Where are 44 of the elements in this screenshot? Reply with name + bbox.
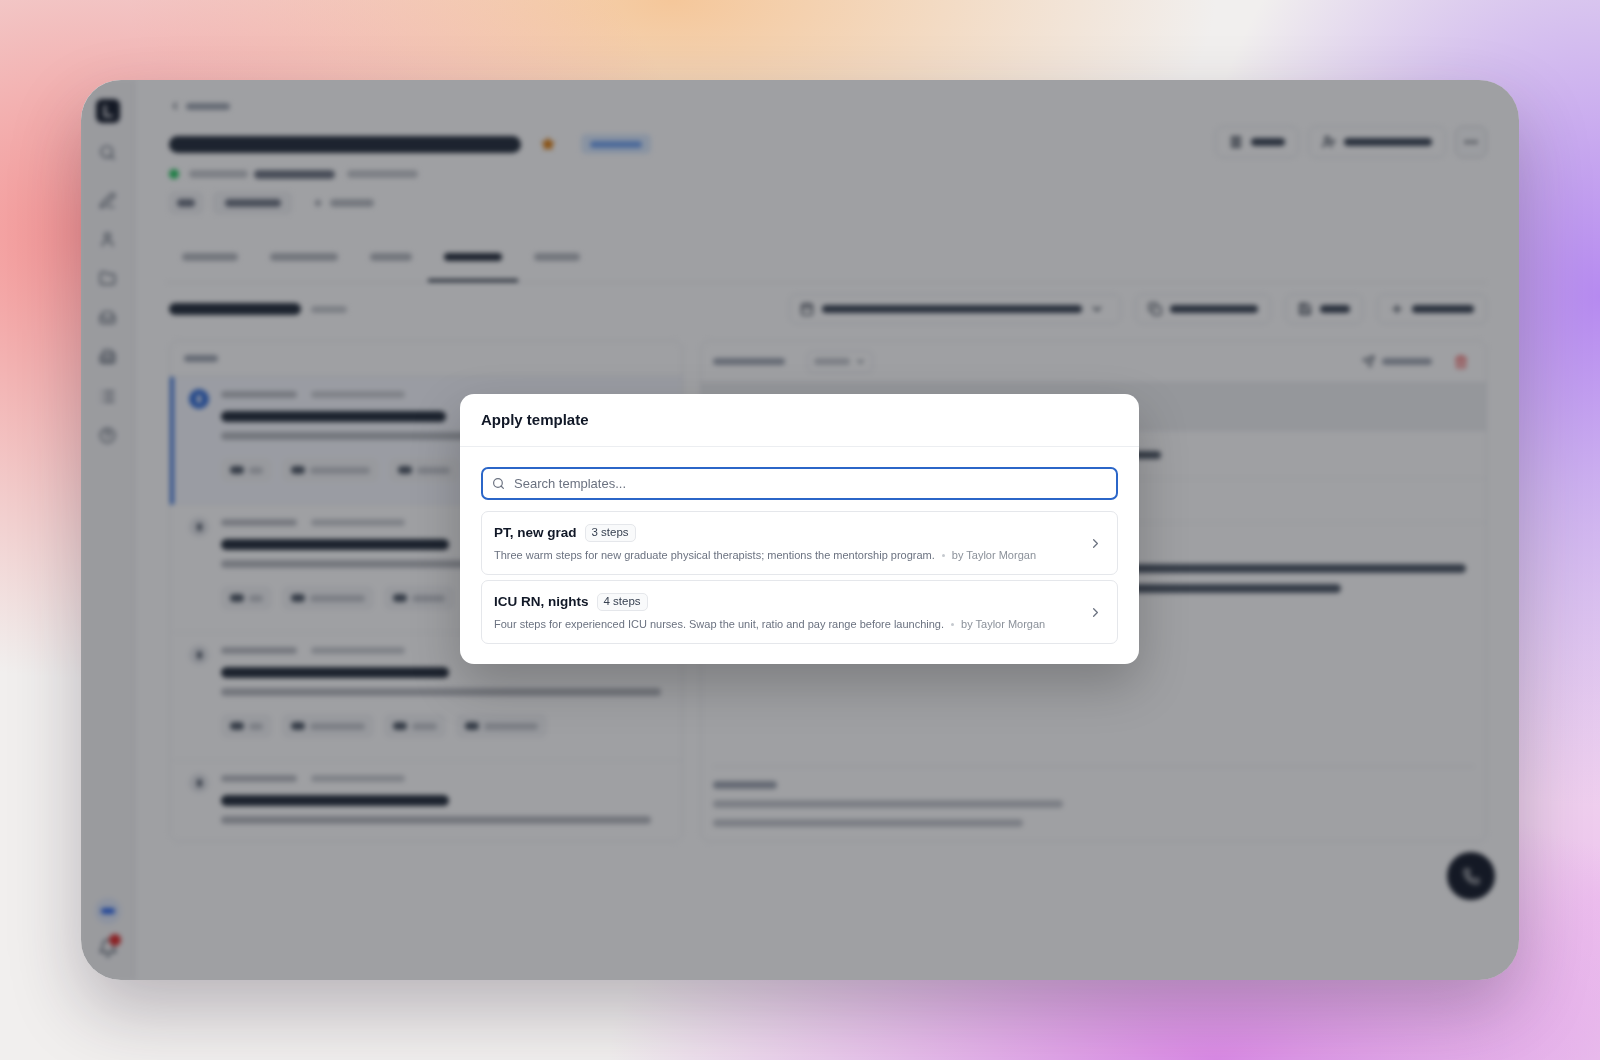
template-author: by Taylor Morgan bbox=[951, 547, 1036, 563]
template-author: by Taylor Morgan bbox=[961, 616, 1046, 632]
folder-icon[interactable] bbox=[99, 270, 116, 287]
search-icon[interactable] bbox=[99, 144, 116, 161]
send-test-button[interactable] bbox=[1362, 355, 1432, 368]
person-icon[interactable] bbox=[99, 231, 116, 248]
star-icon[interactable] bbox=[541, 137, 555, 151]
user-plus-icon bbox=[1322, 135, 1336, 149]
step-count-badge: 4 steps bbox=[596, 592, 648, 611]
calendar-icon bbox=[800, 302, 814, 316]
copy-icon bbox=[1148, 302, 1162, 316]
blurred-text bbox=[347, 170, 418, 178]
search-field[interactable]: Search templates... bbox=[481, 467, 1118, 500]
phone-icon bbox=[1462, 867, 1480, 885]
save-icon bbox=[1298, 302, 1312, 316]
step-count-badge: 3 steps bbox=[584, 523, 636, 542]
template-description: Four steps for experienced ICU nurses. Swap the unit, ratio and pay range before launching. bbox=[494, 616, 945, 632]
template-name: PT, new grad bbox=[494, 523, 577, 542]
send-icon bbox=[1362, 355, 1375, 368]
template-card[interactable]: PT, new grad 3 steps Three warm steps for new graduate physical therapists; mentions the mentorship program. by Taylor Morgan bbox=[481, 511, 1118, 575]
bell-icon[interactable] bbox=[97, 938, 118, 958]
blurred-text bbox=[713, 781, 777, 789]
plus-icon bbox=[312, 197, 324, 209]
plus-icon bbox=[1390, 302, 1404, 316]
template-name: ICU RN, nights bbox=[494, 592, 589, 611]
dialog-title: Apply template bbox=[481, 409, 589, 430]
building-icon[interactable] bbox=[99, 348, 116, 365]
trash-icon[interactable] bbox=[1454, 354, 1468, 369]
status-pill bbox=[581, 134, 651, 154]
pen-icon[interactable] bbox=[99, 192, 116, 209]
call-button[interactable] bbox=[1447, 852, 1495, 900]
blurred-text bbox=[713, 358, 785, 365]
template-description: Three warm steps for new graduate physical therapists; mentions the mentorship program. bbox=[494, 547, 935, 563]
search-icon bbox=[492, 477, 505, 490]
inbox-icon[interactable] bbox=[99, 309, 116, 326]
app-logo-icon[interactable] bbox=[95, 99, 120, 123]
template-card[interactable]: ICU RN, nights 4 steps Four steps for experienced ICU nurses. Swap the unit, ratio and pay range before launching. by Taylor Morgan bbox=[481, 580, 1118, 644]
help-icon[interactable] bbox=[99, 427, 116, 444]
pause-icon bbox=[1229, 135, 1243, 149]
blurred-text bbox=[311, 305, 347, 313]
user-avatar[interactable] bbox=[94, 898, 121, 924]
blurred-text bbox=[189, 170, 248, 178]
blurred-text bbox=[184, 355, 218, 362]
list-icon[interactable] bbox=[99, 388, 116, 405]
